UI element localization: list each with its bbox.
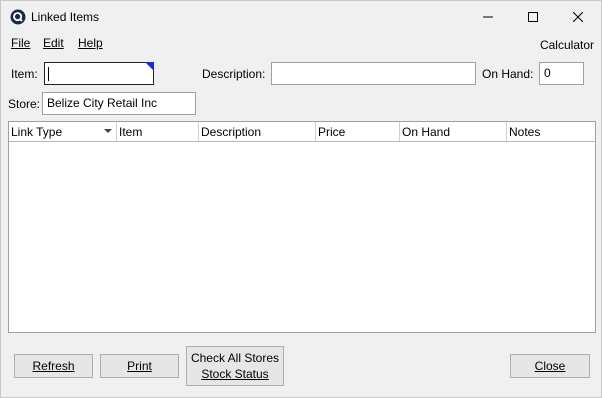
- store-input-value: Belize City Retail Inc: [47, 96, 158, 110]
- menu-edit[interactable]: Edit: [43, 36, 64, 50]
- close-button-label: Close: [534, 359, 566, 373]
- menu-bar: File Edit Help: [1, 33, 601, 53]
- window-title: Linked Items: [31, 10, 100, 24]
- column-notes-label: Notes: [509, 125, 541, 139]
- grid-header: Link Type Item Description Price On Hand…: [9, 122, 595, 142]
- linked-items-window: Linked Items File Edit Help Calculator I…: [0, 0, 602, 398]
- check-all-stores-line1: Check All Stores: [190, 351, 280, 365]
- maximize-icon: [528, 11, 538, 22]
- minimize-icon: [483, 16, 493, 17]
- close-icon: [573, 11, 583, 22]
- description-label: Description:: [202, 67, 266, 81]
- print-button-label: Print: [127, 359, 152, 373]
- onhand-input-value: 0: [544, 66, 551, 80]
- check-all-stores-button[interactable]: Check All Stores Stock Status: [186, 346, 284, 386]
- onhand-input[interactable]: 0: [539, 62, 584, 85]
- column-notes[interactable]: Notes: [507, 122, 595, 141]
- required-corner-marker: [145, 62, 154, 71]
- store-label: Store:: [8, 97, 41, 111]
- column-description-label: Description: [201, 125, 262, 139]
- onhand-label: On Hand:: [482, 67, 534, 81]
- refresh-button-label: Refresh: [32, 359, 75, 373]
- close-button[interactable]: Close: [510, 354, 590, 378]
- menu-file-label: File: [11, 36, 31, 50]
- item-label: Item:: [11, 67, 38, 81]
- chevron-down-icon[interactable]: [104, 129, 112, 133]
- menu-edit-label: Edit: [43, 36, 64, 50]
- text-caret: [48, 67, 49, 81]
- menu-help[interactable]: Help: [78, 36, 103, 50]
- window-close-button[interactable]: [555, 1, 601, 32]
- menu-help-label: Help: [78, 36, 103, 50]
- calculator-link[interactable]: Calculator: [540, 38, 594, 52]
- item-input[interactable]: [44, 62, 154, 85]
- column-price-label: Price: [318, 125, 346, 139]
- column-description[interactable]: Description: [199, 122, 316, 141]
- app-q-icon: [10, 9, 26, 25]
- check-all-stores-line2: Stock Status: [201, 367, 269, 381]
- description-input[interactable]: [271, 62, 476, 85]
- column-on-hand-label: On Hand: [402, 125, 451, 139]
- column-item-label: Item: [119, 125, 143, 139]
- column-link-type[interactable]: Link Type: [9, 122, 117, 141]
- column-price[interactable]: Price: [316, 122, 400, 141]
- maximize-button[interactable]: [510, 1, 556, 32]
- column-on-hand[interactable]: On Hand: [400, 122, 507, 141]
- minimize-button[interactable]: [465, 1, 511, 32]
- linked-items-grid[interactable]: Link Type Item Description Price On Hand…: [8, 121, 596, 333]
- store-input[interactable]: Belize City Retail Inc: [42, 92, 196, 115]
- title-bar[interactable]: Linked Items: [1, 1, 601, 32]
- menu-file[interactable]: File: [11, 36, 30, 50]
- refresh-button[interactable]: Refresh: [14, 354, 93, 378]
- column-item[interactable]: Item: [117, 122, 199, 141]
- print-button[interactable]: Print: [100, 354, 179, 378]
- column-link-type-label: Link Type: [11, 125, 63, 139]
